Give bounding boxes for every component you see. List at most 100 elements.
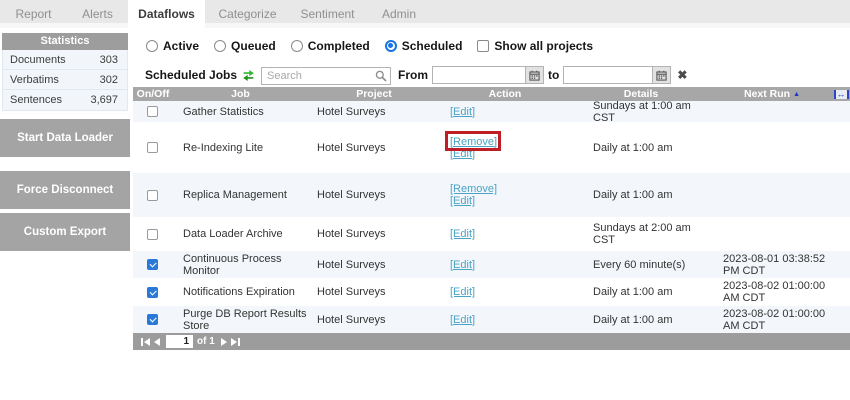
details-cell: Daily at 1:00 am: [570, 122, 712, 173]
start-data-loader-button[interactable]: Start Data Loader: [0, 119, 130, 157]
tab-alerts[interactable]: Alerts: [67, 0, 128, 28]
show-all-projects-label: Show all projects: [494, 39, 593, 53]
main-content: Active Queued Completed Scheduled Show a…: [133, 33, 850, 350]
edit-link[interactable]: [Edit]: [450, 228, 475, 240]
project-cell: Hotel Surveys: [308, 122, 440, 173]
edit-link[interactable]: [Edit]: [450, 314, 475, 326]
first-page-icon[interactable]: [140, 338, 150, 346]
tab-categorize[interactable]: Categorize: [205, 0, 290, 28]
stat-label: Verbatims: [10, 74, 59, 86]
stat-label: Sentences: [10, 94, 62, 106]
resize-cell: [832, 217, 850, 251]
radio-completed[interactable]: Completed: [291, 39, 370, 53]
row-toggle-checkbox[interactable]: [147, 229, 158, 240]
statistics-header: Statistics: [2, 33, 128, 50]
custom-export-button[interactable]: Custom Export: [0, 213, 130, 251]
edit-link[interactable]: [Edit]: [450, 195, 475, 207]
page-count-label: of 1: [197, 336, 215, 347]
header-project[interactable]: Project: [308, 87, 440, 101]
radio-queued-label: Queued: [231, 39, 276, 53]
next-run-cell: 2023-08-02 01:00:00 AM CDT: [712, 278, 832, 306]
table-row: Purge DB Report Results Store Hotel Surv…: [133, 306, 850, 333]
project-cell: Hotel Surveys: [308, 278, 440, 306]
header-resize-cell: ↔: [832, 87, 850, 101]
radio-completed-control[interactable]: [291, 40, 303, 52]
next-run-cell: [712, 101, 832, 122]
radio-scheduled-label: Scheduled: [402, 39, 463, 53]
resize-cell: [832, 251, 850, 278]
from-date-input[interactable]: [433, 67, 525, 83]
tab-report[interactable]: Report: [0, 0, 67, 28]
job-cell: Re-Indexing Lite: [173, 122, 308, 173]
search-input[interactable]: [261, 67, 391, 85]
calendar-icon[interactable]: [525, 67, 543, 83]
scheduled-jobs-toolbar: Scheduled Jobs From: [133, 65, 850, 85]
details-cell: Sundays at 2:00 am CST: [570, 217, 712, 251]
job-cell: Data Loader Archive: [173, 217, 308, 251]
top-tab-bar: Report Alerts Dataflows Categorize Senti…: [0, 0, 850, 28]
show-all-projects-checkbox[interactable]: [477, 40, 489, 52]
refresh-icon[interactable]: [242, 69, 255, 82]
to-date-box: [563, 66, 671, 84]
resize-cell: [832, 173, 850, 217]
to-date-input[interactable]: [564, 67, 652, 83]
row-toggle-checkbox[interactable]: [147, 314, 158, 325]
radio-active-control[interactable]: [146, 40, 158, 52]
prev-page-icon[interactable]: [154, 338, 160, 346]
resize-cell: [832, 278, 850, 306]
row-toggle-checkbox[interactable]: [147, 106, 158, 117]
statistics-panel: Documents 303 Verbatims 302 Sentences 3,…: [2, 50, 128, 111]
sidebar: Statistics Documents 303 Verbatims 302 S…: [0, 33, 130, 251]
show-all-projects-checkbox-group[interactable]: Show all projects: [477, 39, 593, 53]
next-page-icon[interactable]: [221, 338, 227, 346]
project-cell: Hotel Surveys: [308, 306, 440, 333]
details-cell: Sundays at 1:00 am CST: [570, 101, 712, 122]
pagination-bar: of 1: [133, 333, 850, 350]
radio-scheduled-control[interactable]: [385, 40, 397, 52]
table-row: Data Loader Archive Hotel Surveys [Edit]…: [133, 217, 850, 251]
row-toggle-checkbox[interactable]: [147, 287, 158, 298]
header-job[interactable]: Job: [173, 87, 308, 101]
from-label: From: [398, 68, 428, 82]
job-cell: Purge DB Report Results Store: [173, 306, 308, 333]
radio-queued[interactable]: Queued: [214, 39, 276, 53]
from-date-box: [432, 66, 544, 84]
tab-admin[interactable]: Admin: [365, 0, 433, 28]
header-action[interactable]: Action: [440, 87, 570, 101]
edit-link[interactable]: [Edit]: [450, 106, 475, 118]
resize-columns-icon[interactable]: ↔: [834, 90, 849, 99]
row-toggle-checkbox[interactable]: [147, 190, 158, 201]
clear-dates-icon[interactable]: ✖: [677, 68, 687, 82]
remove-link[interactable]: [Remove]: [450, 136, 497, 148]
force-disconnect-button[interactable]: Force Disconnect: [0, 171, 130, 209]
stat-value: 3,697: [90, 94, 118, 106]
table-header-row: On/Off Job Project Action Details Next R…: [133, 87, 850, 101]
last-page-icon[interactable]: [231, 338, 241, 346]
next-run-cell: [712, 217, 832, 251]
edit-link[interactable]: [Edit]: [450, 148, 475, 160]
scheduled-jobs-title: Scheduled Jobs: [145, 68, 237, 82]
page-number-input[interactable]: [166, 335, 193, 348]
row-toggle-checkbox[interactable]: [147, 259, 158, 270]
details-cell: Daily at 1:00 am: [570, 278, 712, 306]
table-row: Notifications Expiration Hotel Surveys […: [133, 278, 850, 306]
tab-sentiment[interactable]: Sentiment: [290, 0, 365, 28]
calendar-icon[interactable]: [652, 67, 670, 83]
header-on-off[interactable]: On/Off: [133, 87, 173, 101]
row-toggle-checkbox[interactable]: [147, 142, 158, 153]
radio-active[interactable]: Active: [146, 39, 199, 53]
table-row: Gather Statistics Hotel Surveys [Edit] S…: [133, 101, 850, 122]
radio-queued-control[interactable]: [214, 40, 226, 52]
tab-dataflows[interactable]: Dataflows: [128, 0, 205, 28]
project-cell: Hotel Surveys: [308, 173, 440, 217]
sort-asc-icon: ▲: [793, 91, 800, 98]
stat-documents: Documents 303: [3, 50, 127, 70]
search-box: [261, 66, 391, 85]
table-row: Continuous Process Monitor Hotel Surveys…: [133, 251, 850, 278]
edit-link[interactable]: [Edit]: [450, 286, 475, 298]
details-cell: Daily at 1:00 am: [570, 306, 712, 333]
header-next-run[interactable]: Next Run ▲: [712, 87, 832, 101]
edit-link[interactable]: [Edit]: [450, 259, 475, 271]
remove-link[interactable]: [Remove]: [450, 183, 497, 195]
radio-scheduled[interactable]: Scheduled: [385, 39, 463, 53]
